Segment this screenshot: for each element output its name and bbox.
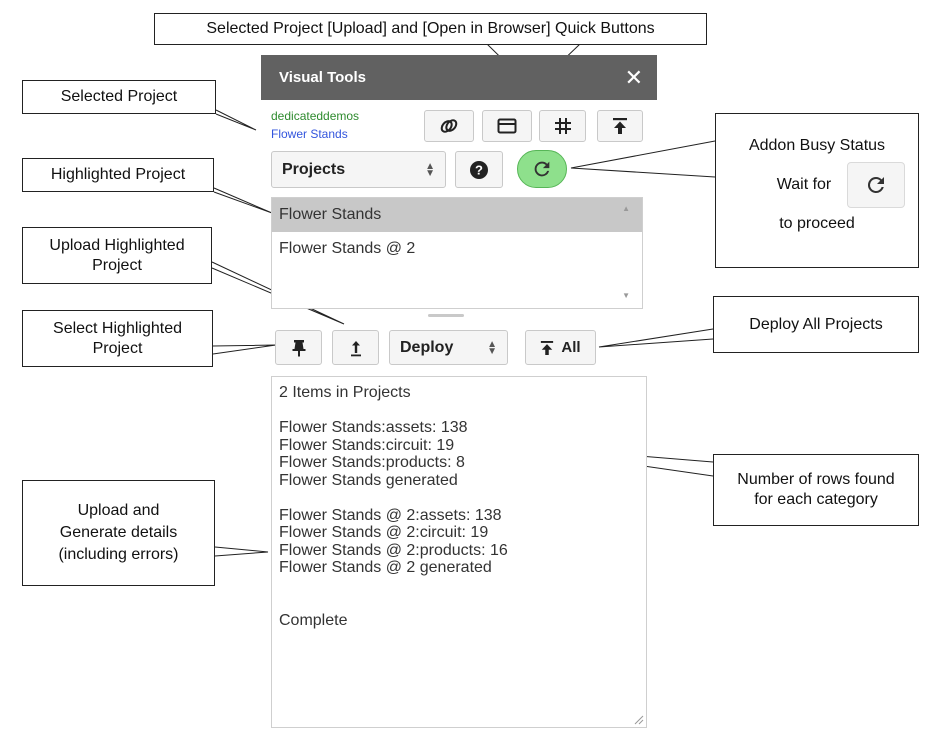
log-line: 2 Items in Projects — [279, 384, 411, 401]
org-name: dedicateddemos — [271, 109, 360, 123]
open-in-browser-button[interactable] — [482, 110, 532, 142]
panel-titlebar: Visual Tools ✕ — [261, 55, 657, 100]
browser-window-icon — [497, 118, 517, 134]
callout-text: to proceed — [779, 215, 855, 232]
busy-row: Wait for — [777, 162, 906, 208]
callout-select-highlighted: Select Highlighted Project — [22, 310, 213, 367]
callout-text: Upload Highlighted — [49, 236, 185, 254]
callout-upload-generate: Upload and Generate details (including e… — [22, 480, 215, 586]
help-button[interactable]: ? — [455, 151, 503, 188]
callout-text: Upload and — [77, 502, 160, 519]
pin-icon — [292, 339, 305, 356]
callout-text: Addon Busy Status — [748, 137, 886, 154]
list-item-label: Flower Stands — [279, 206, 382, 223]
callout-text: Selected Project — [60, 88, 178, 105]
resize-grip[interactable] — [428, 314, 464, 317]
link-icon — [440, 119, 458, 133]
grid-icon — [554, 118, 571, 134]
refresh-busy-button[interactable] — [517, 150, 567, 188]
refresh-icon — [868, 176, 885, 193]
svg-text:?: ? — [475, 162, 483, 177]
panel-title: Visual Tools — [279, 69, 366, 86]
log-line: Flower Stands @ 2:assets: 138 — [279, 506, 502, 524]
callout-text: Number of rows found — [737, 471, 895, 488]
upload-icon — [541, 340, 554, 355]
upload-button[interactable] — [597, 110, 643, 142]
select-highlighted-button[interactable] — [275, 330, 322, 365]
callout-upload-highlighted: Upload Highlighted Project — [22, 227, 212, 284]
log-line: Flower Stands @ 2 generated — [279, 559, 492, 576]
projects-select[interactable]: Projects ▲ ▼ — [271, 151, 446, 188]
callout-selected-project: Selected Project — [22, 80, 216, 114]
deploy-select[interactable]: Deploy ▲ ▼ — [389, 330, 508, 365]
close-icon[interactable]: ✕ — [625, 66, 643, 89]
select-arrows-icon: ▲ ▼ — [425, 160, 435, 179]
log-line: Flower Stands:assets: 138 — [279, 419, 468, 436]
deploy-select-value: Deploy — [400, 338, 454, 356]
callout-text: Deploy All Projects — [749, 315, 883, 333]
log-line: Flower Stands:products: 8 — [279, 454, 465, 471]
upload-all-button[interactable]: All — [525, 330, 596, 365]
resize-handle-icon[interactable] — [634, 715, 644, 725]
callout-text: Generate details — [59, 524, 178, 541]
callout-text: Wait for — [776, 176, 832, 193]
scroll-down-icon[interactable]: ▼ — [622, 291, 630, 300]
log-line: Flower Stands @ 2:products: 16 — [279, 541, 508, 559]
selected-project-name[interactable]: Flower Stands — [271, 127, 348, 141]
callout-text: Selected Project [Upload] and [Open in B… — [206, 20, 655, 37]
log-textarea[interactable]: 2 Items in Projects Flower Stands:assets… — [271, 376, 647, 728]
list-item-label: Flower Stands @ 2 — [279, 240, 416, 257]
refresh-icon — [534, 161, 550, 177]
projects-select-value: Projects — [282, 160, 346, 178]
log-line: Complete — [279, 611, 348, 629]
callout-highlighted-project: Highlighted Project — [22, 158, 214, 192]
upload-arrow-icon — [350, 340, 361, 356]
link-button[interactable] — [424, 110, 474, 142]
log-line: Flower Stands @ 2:circuit: 19 — [279, 524, 489, 541]
callout-text: Select Highlighted — [53, 319, 182, 337]
callout-text: Project — [92, 339, 143, 357]
list-item[interactable]: Flower Stands — [272, 198, 642, 232]
callout-text: Project — [92, 256, 142, 274]
list-item[interactable]: Flower Stands @ 2 — [272, 232, 642, 266]
select-arrows-icon: ▲ ▼ — [487, 338, 497, 357]
callout-quick-buttons: Selected Project [Upload] and [Open in B… — [154, 13, 707, 45]
callout-text: (including errors) — [58, 546, 179, 563]
callout-deploy-all: Deploy All Projects — [713, 296, 919, 353]
refresh-icon-sample — [847, 162, 906, 208]
log-line: Flower Stands generated — [279, 471, 458, 489]
project-listbox[interactable]: Flower Stands Flower Stands @ 2 ▲ ▼ — [271, 197, 643, 309]
callout-rows-found: Number of rows found for each category — [713, 454, 919, 526]
scroll-up-icon[interactable]: ▲ — [622, 204, 630, 213]
grid-button[interactable] — [539, 110, 586, 142]
callout-text: for each category — [754, 491, 878, 508]
upload-highlighted-button[interactable] — [332, 330, 379, 365]
callout-text: Highlighted Project — [50, 166, 186, 183]
callout-busy-status: Addon Busy Status Wait for to proceed — [715, 113, 919, 268]
log-line: Flower Stands:circuit: 19 — [279, 436, 455, 454]
help-icon: ? — [470, 160, 488, 179]
upload-icon — [613, 118, 627, 134]
upload-all-label: All — [561, 339, 581, 356]
